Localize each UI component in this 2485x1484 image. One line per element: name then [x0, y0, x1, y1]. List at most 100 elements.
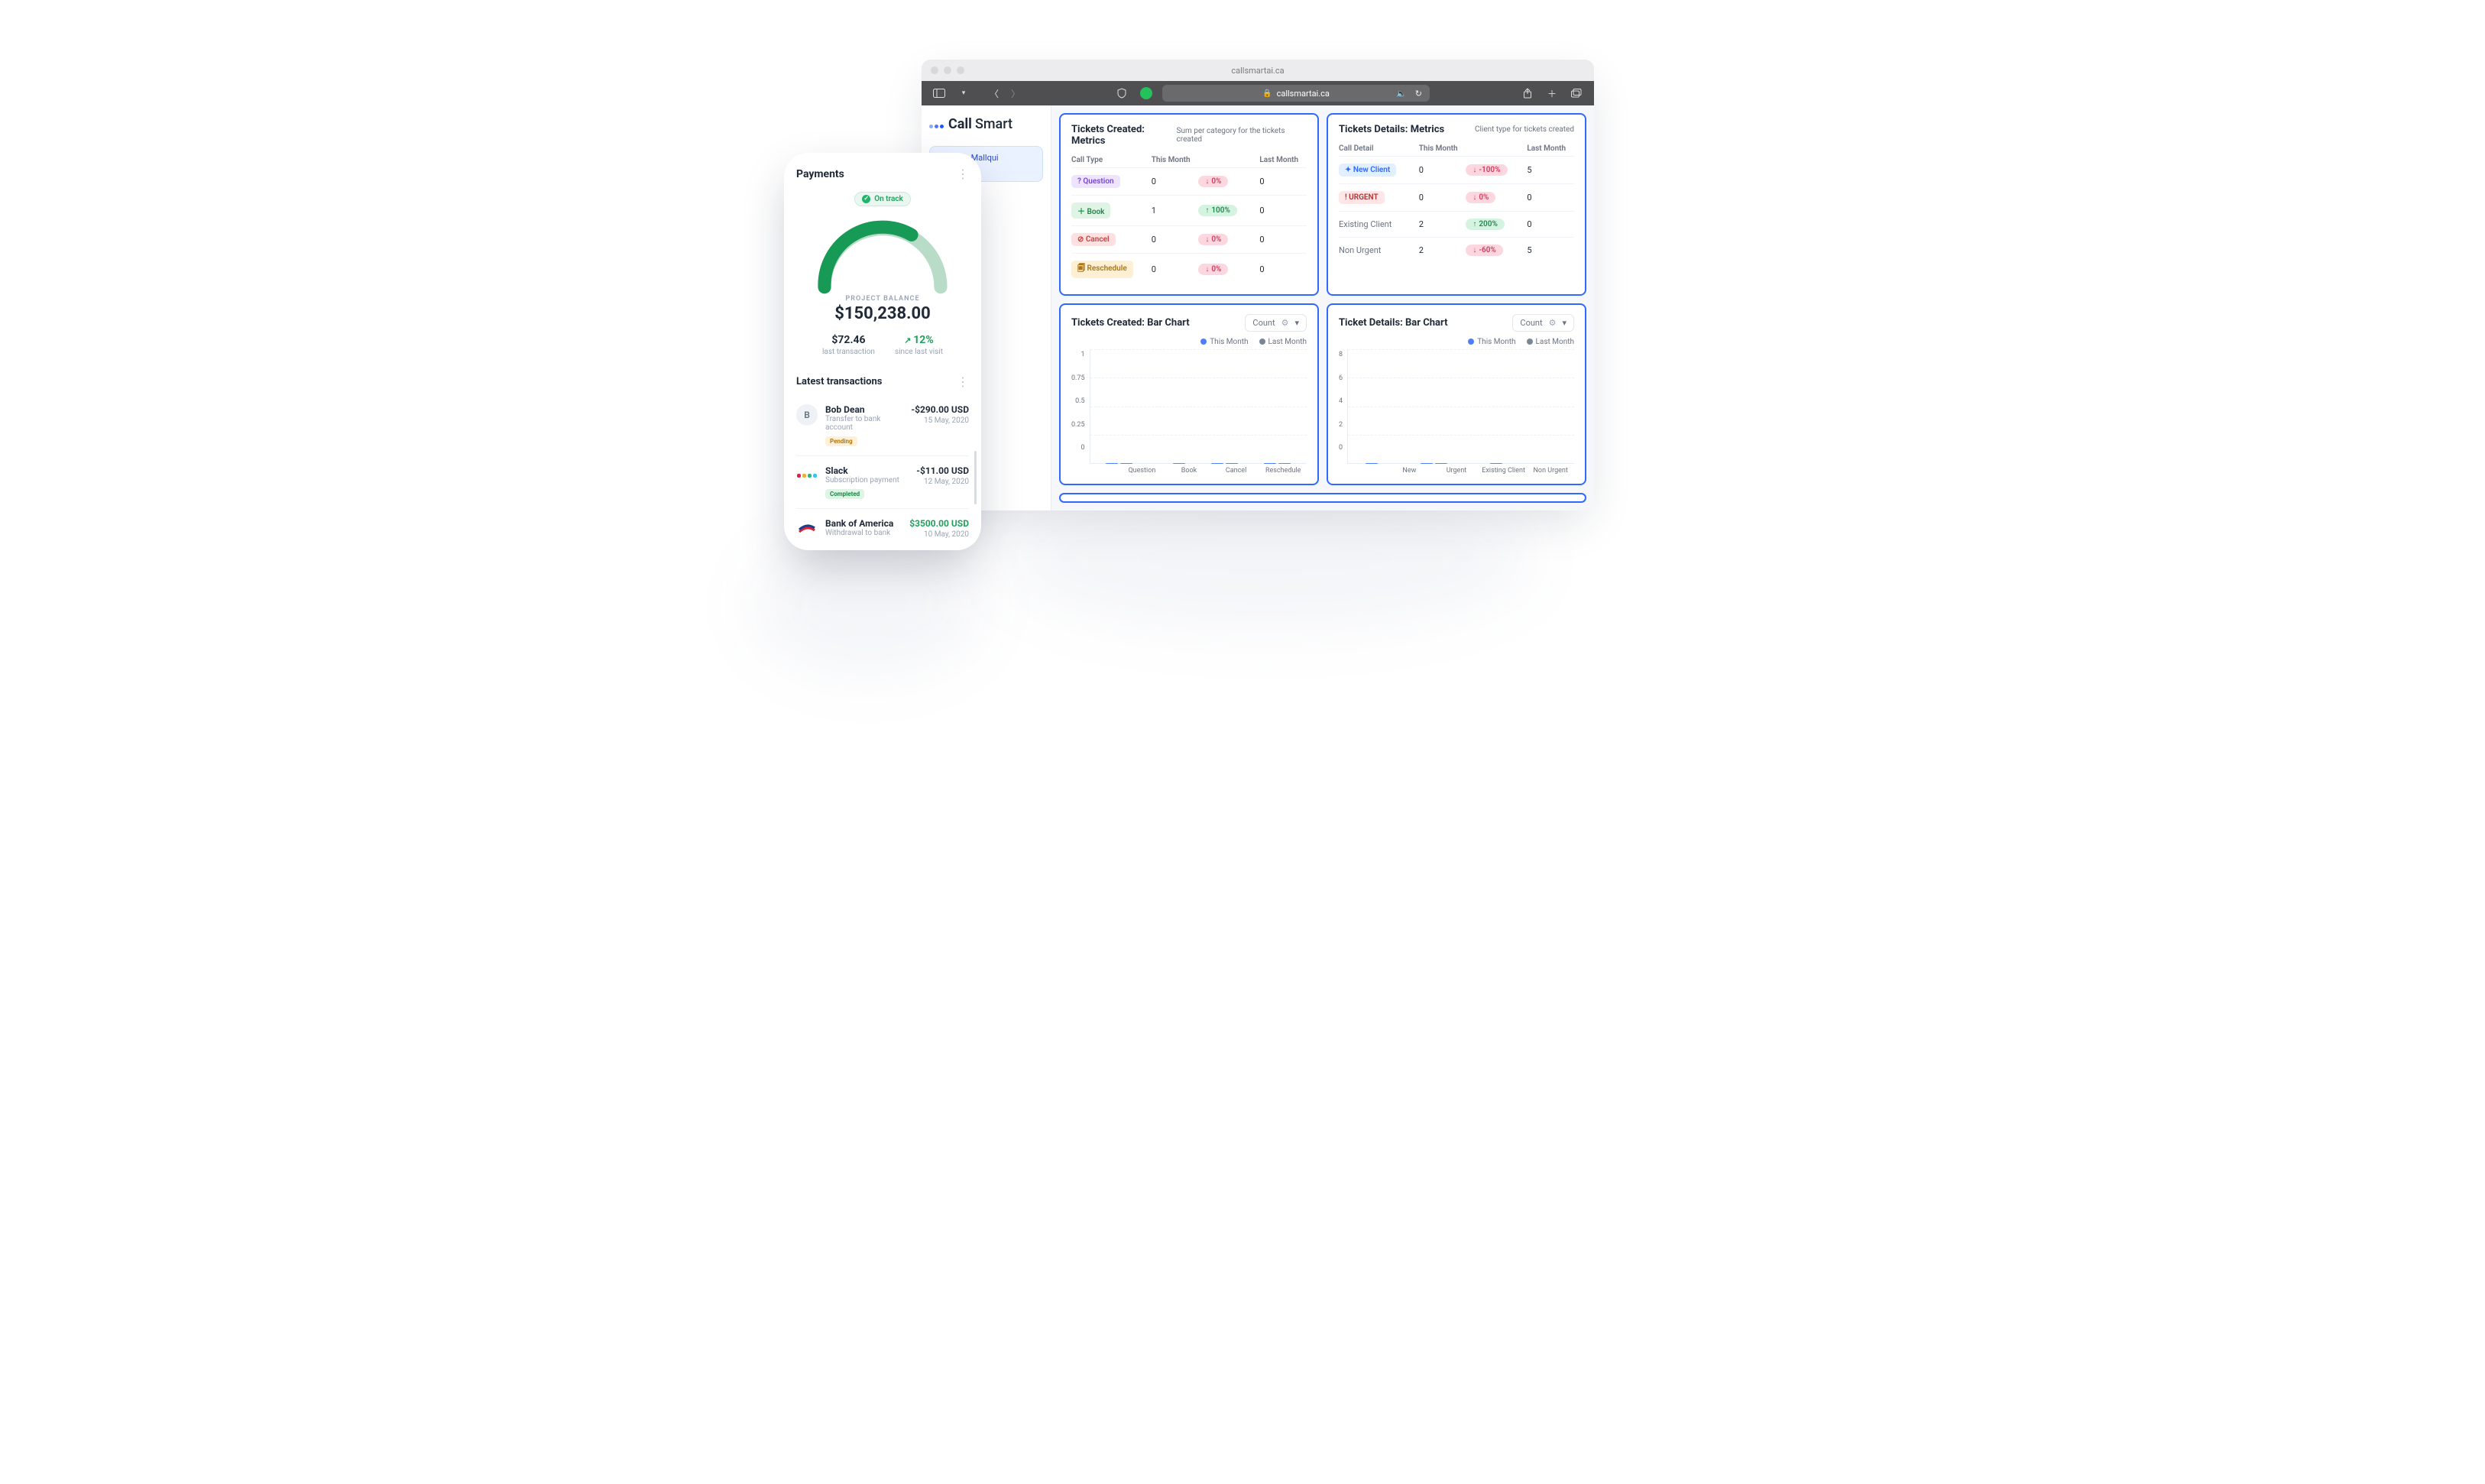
trend-value: ↗ 12%: [895, 334, 943, 346]
lock-icon: 🔒: [1262, 89, 1272, 98]
metric-chip: 🗐 Reschedule: [1071, 261, 1133, 278]
tx-date: 10 May, 2020: [909, 530, 969, 539]
reload-icon[interactable]: ↻: [1415, 89, 1422, 99]
bar-group: [1198, 463, 1251, 464]
transaction-row[interactable]: BBob DeanTransfer to bank accountPending…: [796, 395, 969, 455]
share-icon[interactable]: [1519, 85, 1536, 102]
percent-pill: ↑ 100%: [1198, 205, 1237, 216]
status-badge: Pending: [825, 436, 857, 446]
chevron-down-icon: ▾: [1562, 318, 1566, 328]
metric-row: ✦ New Client0↓ -100%5: [1339, 156, 1574, 183]
transaction-row[interactable]: SlackSubscription payment Completed -$11.0…: [796, 455, 969, 508]
tx-sub: Transfer to bank account: [825, 415, 903, 432]
metric-row: Existing Client2↑ 200%0: [1339, 211, 1574, 237]
tx-sub: Subscription payment: [825, 476, 909, 484]
tabs-icon[interactable]: [1568, 85, 1585, 102]
minimize-dot[interactable]: [944, 66, 951, 74]
check-icon: ✓: [862, 195, 870, 203]
metric-chip: ! URGENT: [1339, 191, 1385, 204]
bar: [1120, 463, 1132, 464]
chart-title: Tickets Created: Bar Chart: [1071, 317, 1190, 329]
card-title: Tickets Details: Metrics: [1339, 124, 1444, 135]
percent-pill: ↓ 0%: [1198, 176, 1228, 187]
tx-name: Bank of America: [825, 518, 902, 529]
sidebar-toggle-icon[interactable]: [931, 85, 948, 102]
new-tab-icon[interactable]: ＋: [1544, 85, 1560, 102]
metric-row: 🗐 Reschedule0↓ 0%0: [1071, 253, 1307, 285]
brand-text-a: Call: [948, 116, 972, 132]
browser-tabbar: callsmartai.ca: [922, 60, 1594, 81]
metric-chip: ⊘ Cancel: [1071, 233, 1116, 246]
shield-icon[interactable]: [1113, 85, 1130, 102]
bar-group: [1251, 463, 1304, 464]
bar: [1435, 463, 1447, 464]
chevron-down-icon[interactable]: ▾: [955, 85, 972, 102]
transactions-title: Latest transactions: [796, 376, 882, 387]
status-on-track: ✓ On track: [854, 192, 911, 206]
brand-logo: CallSmart: [929, 116, 1043, 132]
extension-icon[interactable]: [1138, 85, 1155, 102]
forward-icon[interactable]: 〉: [1007, 85, 1024, 102]
kebab-icon[interactable]: ⋮: [957, 167, 969, 181]
audio-icon[interactable]: 🔈: [1396, 89, 1407, 99]
last-tx-value: $72.46: [822, 334, 875, 346]
zoom-dot[interactable]: [957, 66, 964, 74]
address-bar[interactable]: 🔒 callsmartai.ca 🔈 ↻: [1162, 85, 1430, 102]
bar: [1421, 463, 1433, 464]
transaction-row[interactable]: Bank of AmericaWithdrawal to bank$3500.0…: [796, 508, 969, 549]
metric-row: ＋ Book1↑ 100%0: [1071, 195, 1307, 225]
tx-name: Slack: [825, 465, 909, 476]
brand-text-b: Smart: [975, 116, 1012, 132]
browser-toolbar: ▾ 〈 〉 🔒 callsmartai.ca 🔈 ↻ ＋: [922, 81, 1594, 105]
balance-value: $150,238.00: [796, 304, 969, 323]
card-subtitle: Client type for tickets created: [1475, 125, 1574, 134]
percent-pill: ↓ 0%: [1198, 264, 1228, 275]
chart-title: Ticket Details: Bar Chart: [1339, 317, 1447, 329]
tx-date: 12 May, 2020: [916, 478, 969, 486]
bar-group: [1406, 463, 1461, 464]
percent-pill: ↓ 0%: [1198, 234, 1228, 245]
metric-chip: ＋ Book: [1071, 203, 1110, 219]
bar: [1173, 463, 1185, 464]
metric-row: ! URGENT0↓ 0%0: [1339, 183, 1574, 211]
bar-group: [1093, 463, 1146, 464]
bar: [1278, 463, 1291, 464]
chart-metric-selector[interactable]: Count ⚙ ▾: [1245, 314, 1307, 332]
chevron-down-icon: ▾: [1294, 318, 1299, 328]
back-icon[interactable]: 〈: [986, 85, 1003, 102]
card-title: Tickets Created: Metrics: [1071, 124, 1177, 147]
card-tickets-created-chart: Tickets Created: Bar Chart Count ⚙ ▾ Thi…: [1059, 303, 1319, 485]
percent-pill: ↓ 0%: [1466, 192, 1495, 203]
metric-chip: ✦ New Client: [1339, 164, 1396, 177]
address-text: callsmartai.ca: [1277, 89, 1330, 99]
chart-legend: This Month Last Month: [1071, 338, 1307, 346]
bar-group: [1351, 463, 1406, 464]
scroll-indicator[interactable]: [974, 451, 977, 504]
last-tx-label: last transaction: [822, 348, 875, 356]
bank-icon: [796, 518, 818, 539]
phone-section-title: Payments: [796, 168, 844, 180]
metric-chip: ? Question: [1071, 175, 1120, 188]
kebab-icon[interactable]: ⋮: [957, 374, 969, 389]
window-controls[interactable]: [931, 66, 964, 74]
bar: [1264, 463, 1276, 464]
close-dot[interactable]: [931, 66, 938, 74]
tx-amount: $3500.00 USD: [909, 518, 969, 529]
bar: [1106, 463, 1118, 464]
tx-amount: -$11.00 USD: [916, 465, 969, 476]
tx-amount: -$290.00 USD: [911, 404, 969, 415]
bar: [1490, 463, 1502, 464]
avatar: B: [796, 404, 818, 426]
bar: [1366, 463, 1378, 464]
status-badge: Completed: [825, 489, 864, 499]
trend-label: since last visit: [895, 348, 943, 356]
balance-gauge: PROJECT BALANCE $150,238.00: [796, 212, 969, 323]
metric-row: Non Urgent2↓ -60%5: [1339, 237, 1574, 263]
bar-chart-plot: [1347, 349, 1574, 464]
bar-chart-plot: [1090, 349, 1307, 464]
browser-window: callsmartai.ca ▾ 〈 〉 🔒 callsmartai.ca 🔈 …: [922, 60, 1594, 510]
slack-icon: [796, 465, 818, 487]
chart-metric-selector[interactable]: Count ⚙ ▾: [1512, 314, 1574, 332]
bar-group: [1461, 463, 1516, 464]
percent-pill: ↑ 200%: [1466, 219, 1505, 230]
